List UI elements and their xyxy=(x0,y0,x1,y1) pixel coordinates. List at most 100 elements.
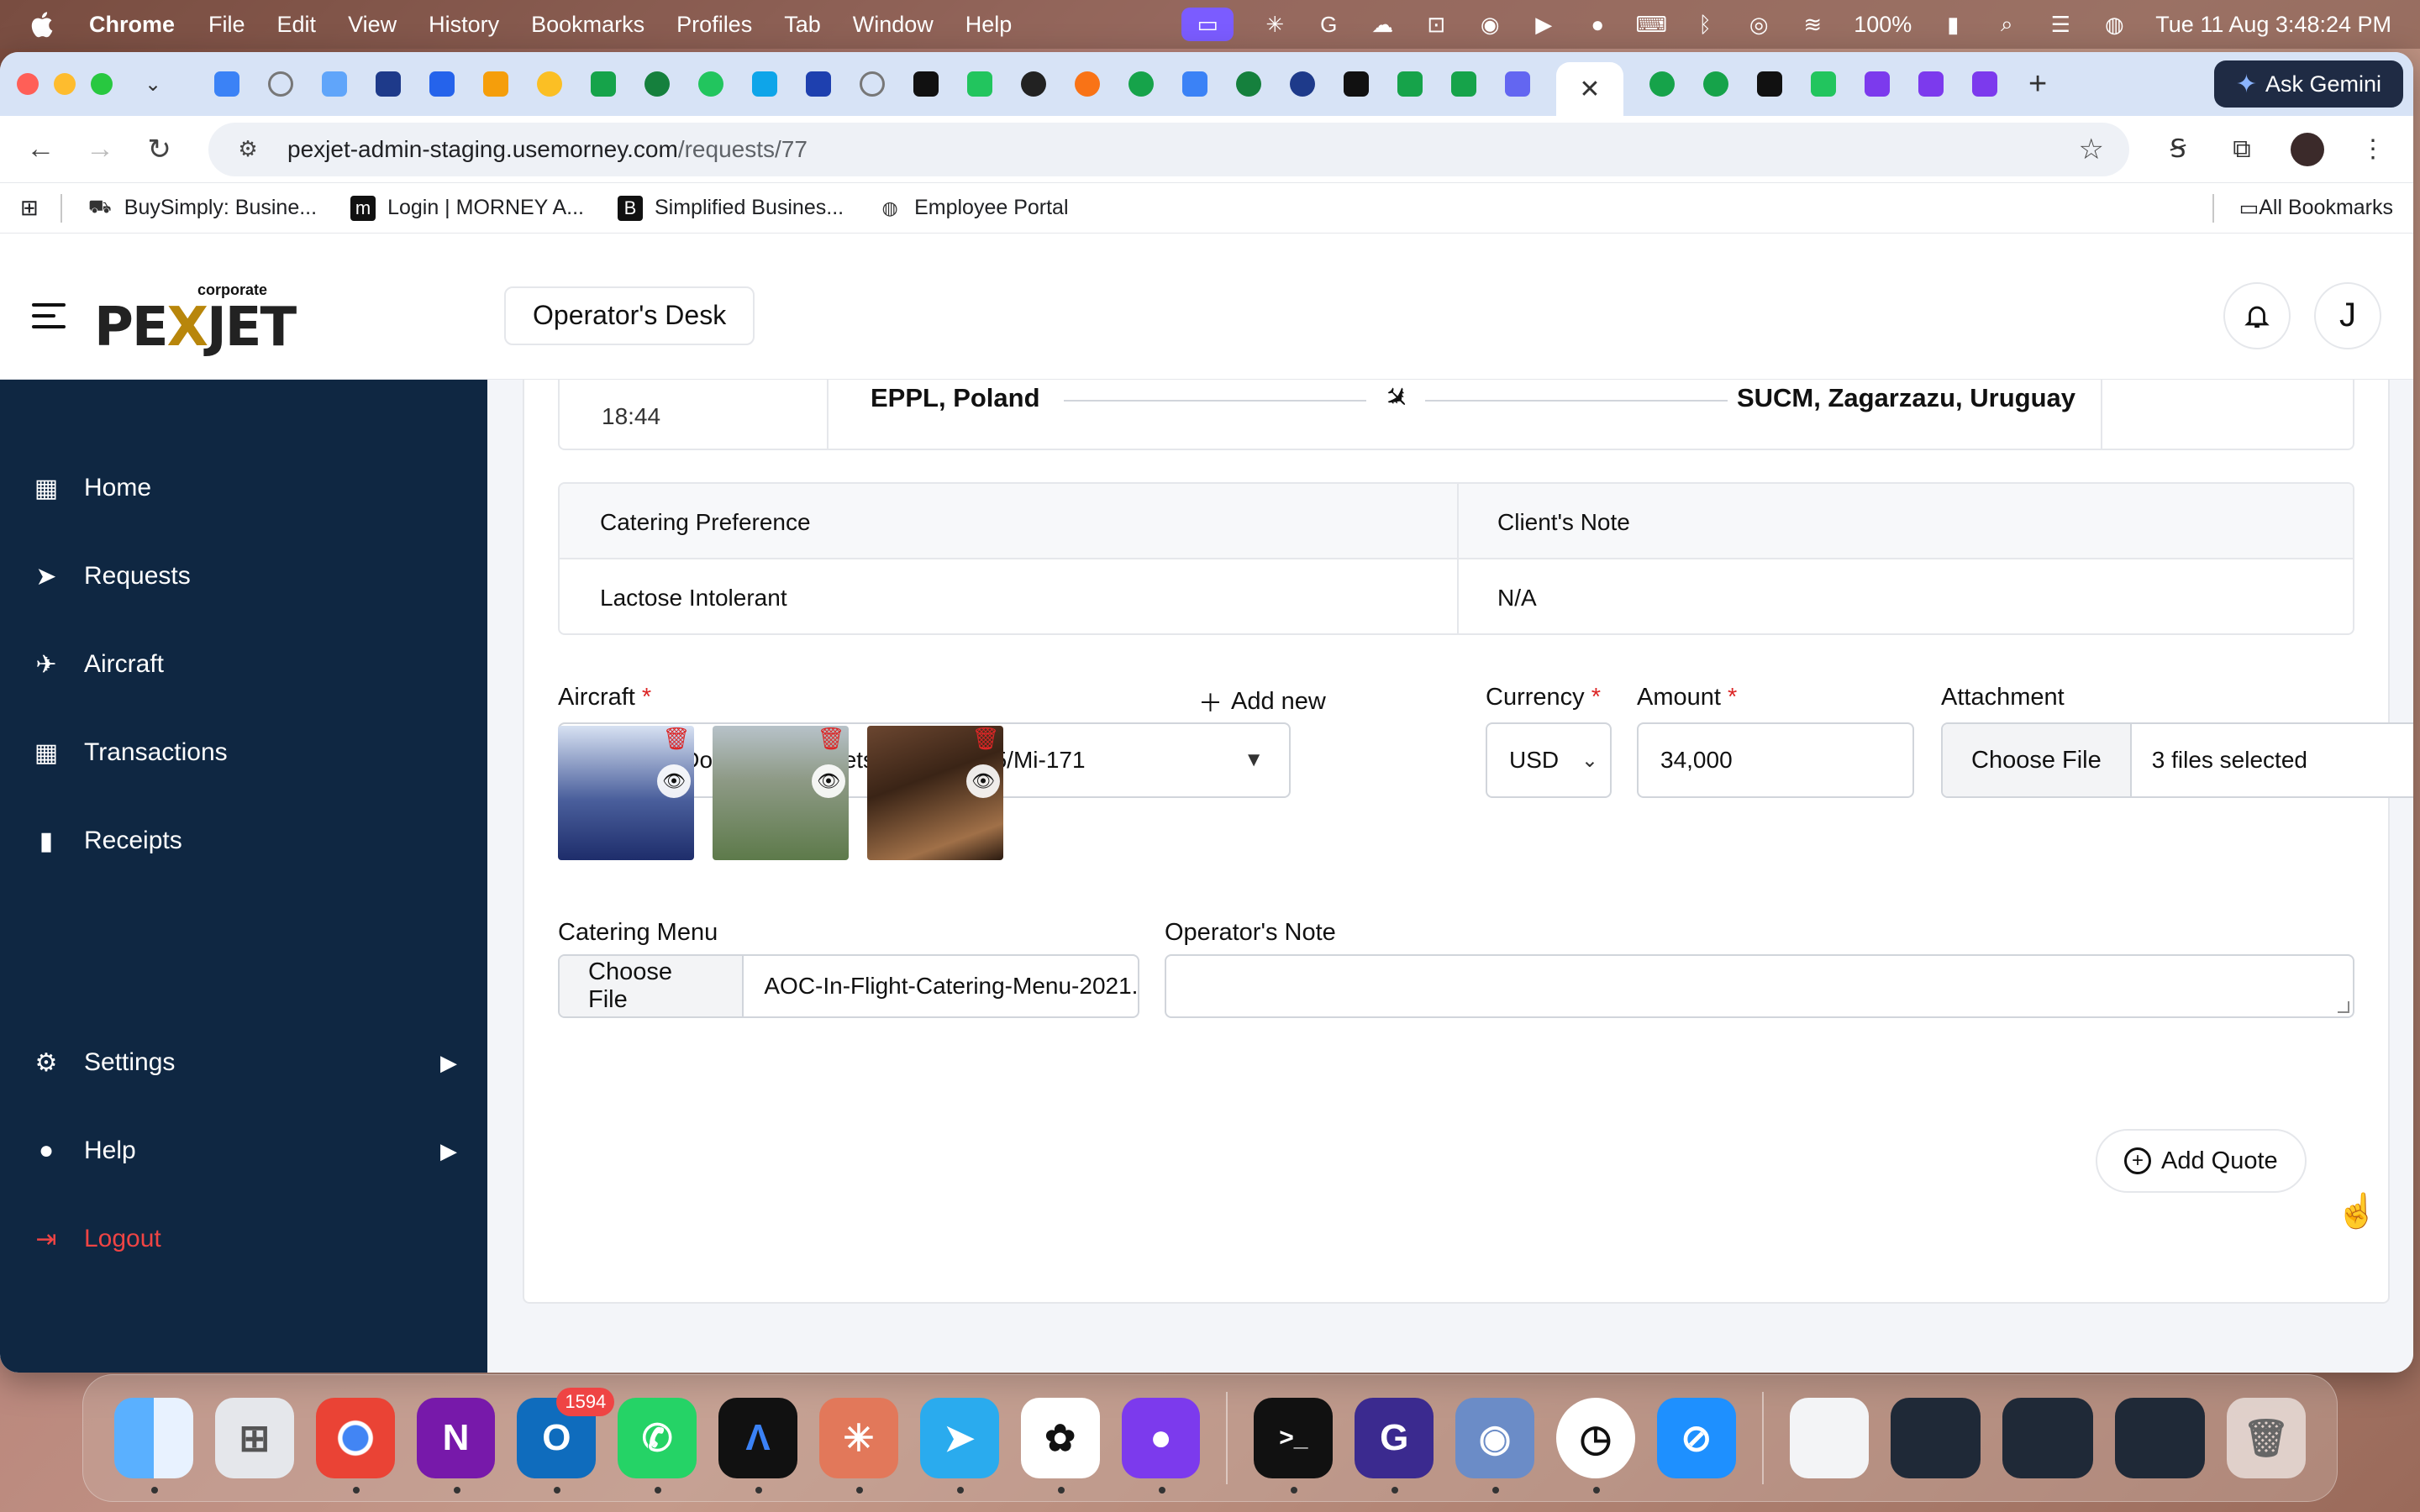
eye-icon[interactable]: 👁 xyxy=(812,764,845,798)
menubar-clock[interactable]: Tue 11 Aug 3:48:24 PM xyxy=(2155,12,2391,38)
chrome-icon[interactable] xyxy=(315,1398,395,1494)
tab-favicon[interactable] xyxy=(537,71,562,97)
bookmark-buysimply[interactable]: ⛟ BuySimply: Busine... xyxy=(87,196,317,221)
user-avatar-button[interactable]: J xyxy=(2314,281,2381,349)
extensions-puzzle-icon[interactable]: ⧉ xyxy=(2227,134,2257,165)
menu-history[interactable]: History xyxy=(429,12,499,38)
siri-icon[interactable]: ◍ xyxy=(2102,12,2127,37)
trash-icon[interactable]: 🗑 xyxy=(818,726,845,751)
spotlight-search-icon[interactable]: ⌕ xyxy=(1994,11,2019,37)
sidebar-item-requests[interactable]: ➤ Requests xyxy=(32,555,457,597)
tab-favicon[interactable] xyxy=(483,71,508,97)
tab-favicon[interactable] xyxy=(644,71,670,97)
tab-favicon[interactable] xyxy=(860,71,885,97)
ask-gemini-button[interactable]: ✦ Ask Gemini xyxy=(2213,60,2403,108)
tab-search-chevron-icon[interactable]: ⌄ xyxy=(145,72,178,97)
minimized-window-thumbnail[interactable] xyxy=(2002,1398,2093,1478)
wifi-icon[interactable]: ≋ xyxy=(1800,12,1825,37)
tab-favicon[interactable] xyxy=(322,71,347,97)
trash-icon[interactable]: 🗑 xyxy=(663,726,691,751)
attachment-file-input[interactable]: Choose File 3 files selected xyxy=(1941,722,2413,798)
cloud-icon[interactable]: ☁ xyxy=(1370,12,1395,37)
tab-favicon[interactable] xyxy=(1290,71,1315,97)
address-bar[interactable]: ⚙ pexjet-admin-staging.usemorney.com/req… xyxy=(208,122,2130,176)
minimize-window-button[interactable] xyxy=(54,73,76,95)
keyboard-icon[interactable]: ⌨ xyxy=(1635,12,1667,37)
record-icon[interactable]: ◉ xyxy=(1477,12,1502,37)
github-desktop-icon[interactable]: ● xyxy=(1121,1398,1201,1494)
catering-menu-file-input[interactable]: Choose File AOC-In-Flight-Catering-Menu-… xyxy=(558,954,1139,1018)
notifications-bell-icon[interactable] xyxy=(2223,281,2291,349)
menu-edit[interactable]: Edit xyxy=(277,12,317,38)
tab-favicon[interactable] xyxy=(1865,71,1890,97)
pexjet-logo[interactable]: corporate PEXJET xyxy=(94,278,297,359)
bookmark-employee-portal[interactable]: ◍ Employee Portal xyxy=(877,196,1068,221)
menubar-app-name[interactable]: Chrome xyxy=(89,12,175,38)
eye-icon[interactable]: 👁 xyxy=(657,764,691,798)
tab-favicon[interactable] xyxy=(913,71,939,97)
tab-favicon[interactable] xyxy=(967,71,992,97)
grammarly-icon[interactable]: G xyxy=(1355,1398,1434,1494)
menu-view[interactable]: View xyxy=(348,12,397,38)
attachment-thumbnail[interactable]: 🗑 👁 xyxy=(867,726,1003,860)
sidebar-item-aircraft[interactable]: ✈ Aircraft xyxy=(32,643,457,685)
tab-favicon[interactable] xyxy=(1451,71,1476,97)
tab-favicon[interactable] xyxy=(752,71,777,97)
tab-favicon[interactable] xyxy=(1505,71,1530,97)
menu-file[interactable]: File xyxy=(208,12,245,38)
add-quote-button[interactable]: + Add Quote xyxy=(2096,1129,2307,1193)
tab-favicon[interactable] xyxy=(1128,71,1154,97)
document-window-thumbnail[interactable] xyxy=(1789,1398,1869,1478)
sidebar-item-home[interactable]: ▦ Home xyxy=(32,467,457,509)
sidebar-item-transactions[interactable]: ▦ Transactions xyxy=(32,732,457,774)
tab-favicon[interactable] xyxy=(376,71,401,97)
zoom-window-button[interactable] xyxy=(91,73,113,95)
trash-icon[interactable]: 🗑 xyxy=(972,726,1000,751)
menu-bookmarks[interactable]: Bookmarks xyxy=(531,12,644,38)
menu-window[interactable]: Window xyxy=(853,12,934,38)
hamburger-menu-icon[interactable] xyxy=(32,302,66,328)
currency-select[interactable]: USD ⌄ xyxy=(1486,722,1612,798)
bookmark-star-icon[interactable]: ☆ xyxy=(2079,133,2104,166)
onenote-icon[interactable]: N xyxy=(416,1398,496,1494)
telegram-icon[interactable]: ➤ xyxy=(919,1398,999,1494)
sidebar-item-logout[interactable]: ⇥ Logout xyxy=(32,1218,457,1260)
eye-icon[interactable]: 👁 xyxy=(966,764,1000,798)
chatgpt-icon[interactable]: ✿ xyxy=(1020,1398,1100,1494)
menu-tab[interactable]: Tab xyxy=(784,12,821,38)
sidebar-item-settings[interactable]: ⚙ Settings ▶ xyxy=(32,1042,457,1084)
amount-input[interactable]: 34,000 xyxy=(1637,722,1914,798)
arc-icon[interactable]: Λ xyxy=(718,1398,798,1494)
launchpad-icon[interactable]: ⊞ xyxy=(214,1398,294,1478)
bookmark-simplified-business[interactable]: B Simplified Busines... xyxy=(617,195,844,221)
tab-favicon[interactable] xyxy=(1757,71,1782,97)
more-menu-icon[interactable]: ⋮ xyxy=(2358,134,2388,165)
site-settings-icon[interactable]: ⚙ xyxy=(234,135,262,164)
active-tab[interactable]: ✕ xyxy=(1556,62,1623,116)
bluetooth-icon[interactable]: ᛒ xyxy=(1692,12,1718,37)
trash-bin-icon[interactable]: 🗑 xyxy=(2227,1398,2307,1478)
control-center-icon[interactable]: ☰ xyxy=(2048,12,2073,37)
grammarly-icon[interactable]: G xyxy=(1316,12,1341,37)
bookmark-morney-login[interactable]: m Login | MORNEY A... xyxy=(350,195,584,221)
tab-favicon[interactable] xyxy=(1021,71,1046,97)
all-bookmarks-button[interactable]: ▭ All Bookmarks xyxy=(2212,193,2393,223)
tab-favicon[interactable] xyxy=(1236,71,1261,97)
clock-icon[interactable]: ◷ xyxy=(1555,1398,1635,1494)
tab-favicon[interactable] xyxy=(429,71,455,97)
safari-icon[interactable]: ⊘ xyxy=(1656,1398,1736,1478)
tab-favicon[interactable] xyxy=(1649,71,1675,97)
sidebar-item-help[interactable]: ● Help ▶ xyxy=(32,1130,457,1172)
tab-favicon[interactable] xyxy=(806,71,831,97)
tab-favicon[interactable] xyxy=(1918,71,1944,97)
operators-desk-button[interactable]: Operator's Desk xyxy=(504,286,755,345)
tab-favicon[interactable] xyxy=(268,71,293,97)
close-window-button[interactable] xyxy=(17,73,39,95)
menu-help[interactable]: Help xyxy=(965,12,1013,38)
terminal-icon[interactable]: >_ xyxy=(1254,1398,1334,1494)
attachment-choose-file-button[interactable]: Choose File xyxy=(1943,724,2132,796)
apps-grid-icon[interactable]: ⊞ xyxy=(20,195,39,221)
sidebar-item-receipts[interactable]: ▮ Receipts xyxy=(32,820,457,862)
user-icon[interactable]: ● xyxy=(1585,12,1610,37)
whatsapp-icon[interactable]: ✆ xyxy=(618,1398,697,1494)
